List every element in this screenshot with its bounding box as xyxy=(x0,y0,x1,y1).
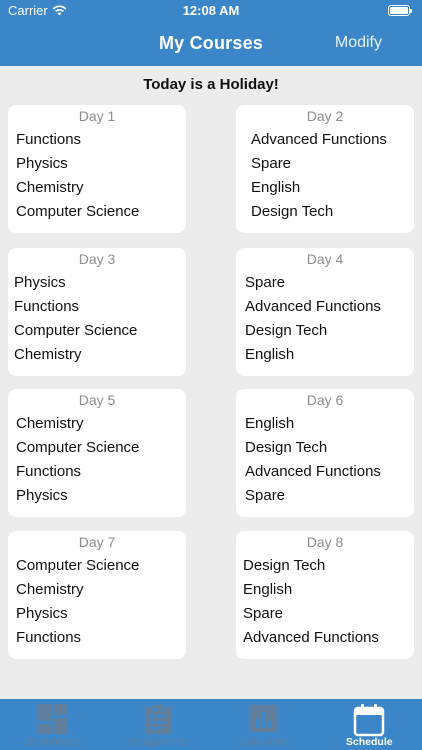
course-item: English xyxy=(245,346,295,363)
day-card[interactable]: Day 8 Design Tech English Spare Advanced… xyxy=(236,531,414,659)
course-item: Physics xyxy=(16,155,68,172)
tab-dashboard[interactable]: Dashboard xyxy=(0,699,106,750)
day-label: Day 8 xyxy=(306,534,344,550)
course-item: Functions xyxy=(16,629,82,646)
holiday-banner: Today is a Holiday! xyxy=(143,76,279,93)
tab-label: Dashboard xyxy=(27,736,79,748)
tab-label: Assignments xyxy=(128,736,189,748)
day-label: Day 5 xyxy=(78,392,116,408)
day-label: Day 7 xyxy=(78,534,116,550)
tab-label: Calculator xyxy=(240,736,288,748)
course-item: Chemistry xyxy=(16,179,84,196)
course-item: Advanced Functions xyxy=(245,298,381,315)
day-card[interactable]: Day 4 Spare Advanced Functions Design Te… xyxy=(236,248,414,376)
tab-calculator[interactable]: Calculator xyxy=(211,699,317,750)
course-item: Physics xyxy=(16,487,68,504)
course-item: Design Tech xyxy=(243,557,326,574)
calendar-icon xyxy=(354,704,385,737)
course-item: Design Tech xyxy=(251,203,334,220)
course-item: Design Tech xyxy=(245,439,328,456)
day-card[interactable]: Day 3 Physics Functions Computer Science… xyxy=(8,248,186,376)
course-item: Advanced Functions xyxy=(243,629,379,646)
course-item: Spare xyxy=(245,487,286,504)
day-card[interactable]: Day 1 Functions Physics Chemistry Comput… xyxy=(8,105,186,233)
calculator-icon xyxy=(249,705,278,732)
day-card[interactable]: Day 7 Computer Science Chemistry Physics… xyxy=(8,531,186,659)
day-label: Day 4 xyxy=(306,251,344,267)
status-time: 12:08 AM xyxy=(182,3,240,18)
dashboard-icon xyxy=(37,704,68,734)
course-item: Computer Science xyxy=(14,322,138,339)
modify-button[interactable]: Modify xyxy=(335,34,382,52)
course-item: Spare xyxy=(243,605,284,622)
course-item: Computer Science xyxy=(16,439,140,456)
course-item: Chemistry xyxy=(14,346,82,363)
course-item: Physics xyxy=(14,274,66,291)
course-item: English xyxy=(243,581,293,598)
day-card[interactable]: Day 6 English Design Tech Advanced Funct… xyxy=(236,389,414,517)
course-item: Functions xyxy=(16,131,82,148)
battery-icon xyxy=(388,5,412,16)
course-item: Advanced Functions xyxy=(245,463,381,480)
tab-label: Schedule xyxy=(345,736,393,748)
tab-schedule[interactable]: Schedule xyxy=(317,699,422,750)
course-item: Spare xyxy=(245,274,286,291)
course-item: Spare xyxy=(251,155,292,172)
course-item: Physics xyxy=(16,605,68,622)
course-item: Computer Science xyxy=(16,557,140,574)
course-item: Advanced Functions xyxy=(251,131,387,148)
assignments-icon xyxy=(145,703,172,734)
course-item: Functions xyxy=(14,298,80,315)
course-item: Design Tech xyxy=(245,322,328,339)
day-label: Day 2 xyxy=(306,108,344,124)
course-item: English xyxy=(251,179,301,196)
course-item: Chemistry xyxy=(16,415,84,432)
course-item: English xyxy=(245,415,295,432)
status-bar: Carrier 12:08 AM xyxy=(0,0,422,22)
day-label: Day 6 xyxy=(306,392,344,408)
course-item: Computer Science xyxy=(16,203,140,220)
nav-header: Carrier 12:08 AM My Courses Modify xyxy=(0,0,422,66)
day-card[interactable]: Day 5 Chemistry Computer Science Functio… xyxy=(8,389,186,517)
course-item: Chemistry xyxy=(16,581,84,598)
day-label: Day 1 xyxy=(78,108,116,124)
day-label: Day 3 xyxy=(78,251,116,267)
course-item: Functions xyxy=(16,463,82,480)
tab-assignments[interactable]: Assignments xyxy=(106,699,212,750)
tab-bar: Dashboard Assignments Calculator Schedul… xyxy=(0,699,422,750)
day-card[interactable]: Day 2 Advanced Functions Spare English D… xyxy=(236,105,414,233)
